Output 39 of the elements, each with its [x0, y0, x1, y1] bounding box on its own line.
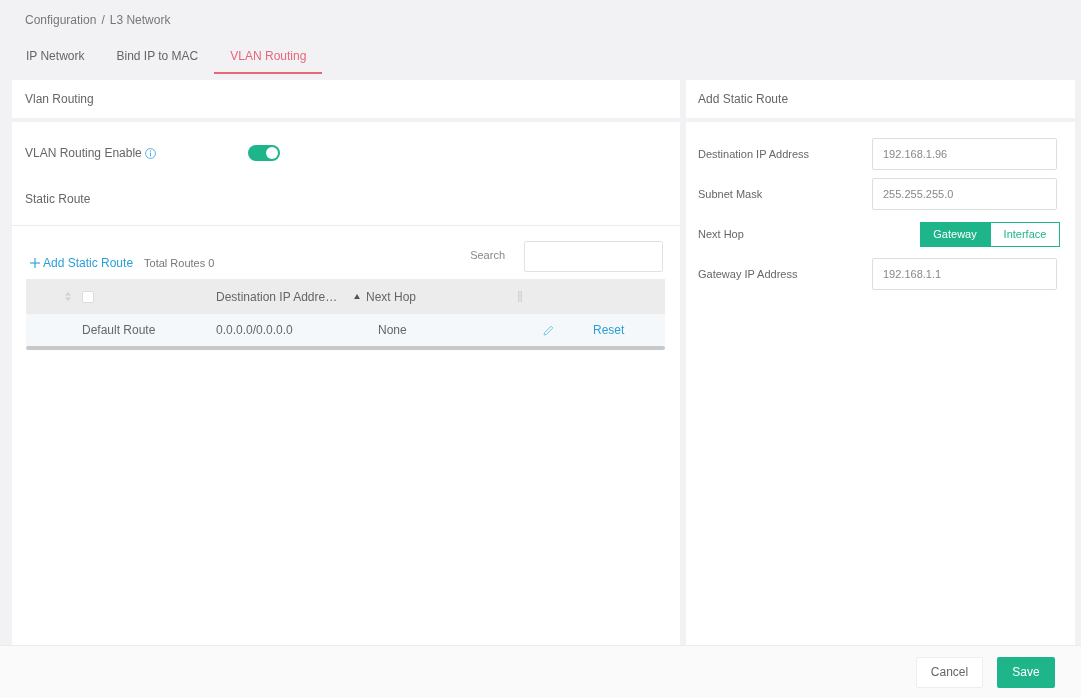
- table-cell: 0.0.0.0/0.0.0.0: [216, 323, 293, 337]
- section-title: Static Route: [25, 191, 91, 208]
- cancel-button[interactable]: Cancel: [916, 656, 983, 688]
- field-label: Next Hop: [698, 226, 745, 242]
- field-label: Subnet Mask: [698, 186, 764, 202]
- field-label: Search: [470, 248, 505, 264]
- text-field[interactable]: 192.168.1.1: [872, 258, 1057, 290]
- total-count: Total Routes 0: [144, 255, 215, 271]
- checkbox[interactable]: [82, 290, 94, 303]
- sort-icon[interactable]: [65, 292, 71, 301]
- sort-ascending-icon[interactable]: [354, 294, 360, 299]
- table-cell: Default Route: [82, 323, 156, 337]
- breadcrumb-item: L3 Network: [109, 12, 171, 29]
- breadcrumb-separator: /: [101, 12, 105, 29]
- table-cell: None: [378, 323, 407, 337]
- breadcrumb-item[interactable]: Configuration: [25, 11, 97, 29]
- tab[interactable]: IP Network: [10, 40, 101, 74]
- scrollbar[interactable]: [26, 346, 665, 350]
- toggle-switch[interactable]: [248, 145, 280, 161]
- reset-link[interactable]: Reset: [593, 321, 625, 339]
- pencil-icon[interactable]: [543, 324, 554, 336]
- segment-option[interactable]: Interface: [990, 221, 1060, 247]
- panel-title: Add Static Route: [698, 91, 789, 108]
- add-button[interactable]: Add Static Route: [30, 254, 134, 272]
- field-label: VLAN Routing Enable: [25, 145, 142, 162]
- field-label: Gateway IP Address: [698, 266, 799, 282]
- tab[interactable]: Bind IP to MAC: [100, 40, 215, 74]
- plus-icon: [30, 258, 40, 268]
- column-header[interactable]: Next Hop: [366, 287, 417, 306]
- info-icon[interactable]: [144, 147, 156, 159]
- column-header[interactable]: Destination IP Addre…: [216, 287, 338, 306]
- field-label: Destination IP Address: [698, 146, 811, 162]
- save-button[interactable]: Save: [997, 656, 1055, 688]
- panel-title: Vlan Routing: [25, 91, 94, 108]
- search-field[interactable]: [524, 241, 663, 272]
- segment-option[interactable]: Gateway: [920, 221, 990, 247]
- text-field[interactable]: 255.255.255.0: [872, 178, 1057, 210]
- tab[interactable]: VLAN Routing: [214, 40, 323, 74]
- text-field[interactable]: 192.168.1.96: [872, 138, 1057, 170]
